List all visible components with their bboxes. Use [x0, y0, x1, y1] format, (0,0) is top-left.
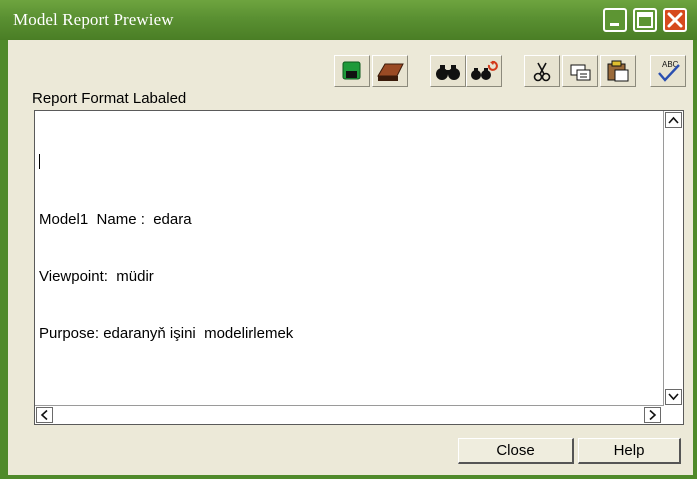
minimize-button[interactable]	[603, 8, 627, 32]
close-icon	[667, 12, 683, 28]
chevron-right-icon	[649, 409, 657, 421]
scroll-right-button[interactable]	[644, 407, 661, 423]
scroll-left-button[interactable]	[36, 407, 53, 423]
report-format-label: Report Format Labaled	[32, 90, 187, 107]
find-icon	[436, 65, 460, 80]
save-icon	[342, 61, 361, 80]
print-icon	[377, 63, 404, 81]
report-line-model-name: Model1 Name : edara	[39, 211, 192, 228]
close-window-button[interactable]	[663, 8, 687, 32]
chevron-left-icon	[40, 409, 48, 421]
cut-icon	[533, 62, 551, 82]
copy-icon	[570, 64, 591, 81]
help-button[interactable]: Help	[578, 438, 681, 464]
report-preview-window: Model Report Prewiew ABC Report Format L…	[0, 0, 697, 479]
paste-icon	[607, 60, 629, 82]
scroll-down-button[interactable]	[665, 389, 682, 405]
minimize-icon	[610, 23, 619, 26]
window-title: Model Report Prewiew	[13, 10, 174, 29]
report-line-purpose: Purpose: edaranyň işini modelirlemek	[39, 325, 294, 342]
copy-button[interactable]	[562, 55, 598, 87]
maximize-icon	[637, 12, 653, 28]
scroll-up-button[interactable]	[665, 112, 682, 128]
report-text-area[interactable]: Model1 Name : edara Viewpoint: müdir Pur…	[34, 110, 684, 425]
spellcheck-icon: ABC	[658, 60, 680, 82]
save-button[interactable]	[334, 55, 370, 87]
paste-button[interactable]	[600, 55, 636, 87]
chevron-up-icon	[668, 116, 679, 124]
text-caret	[39, 154, 40, 169]
find-replace-button[interactable]	[466, 55, 502, 87]
vertical-scrollbar[interactable]	[663, 111, 683, 408]
horizontal-scrollbar[interactable]	[35, 405, 664, 424]
spellcheck-button[interactable]: ABC	[650, 55, 686, 87]
report-line-viewpoint: Viewpoint: müdir	[39, 268, 154, 285]
title-bar[interactable]: Model Report Prewiew	[0, 0, 697, 40]
find-button[interactable]	[430, 55, 466, 87]
print-button[interactable]	[372, 55, 408, 87]
chevron-down-icon	[668, 393, 679, 401]
maximize-button[interactable]	[633, 8, 657, 32]
report-content[interactable]: Model1 Name : edara Viewpoint: müdir Pur…	[39, 116, 293, 381]
close-button[interactable]: Close	[458, 438, 574, 464]
find-replace-icon	[471, 60, 498, 80]
cut-button[interactable]	[524, 55, 560, 87]
